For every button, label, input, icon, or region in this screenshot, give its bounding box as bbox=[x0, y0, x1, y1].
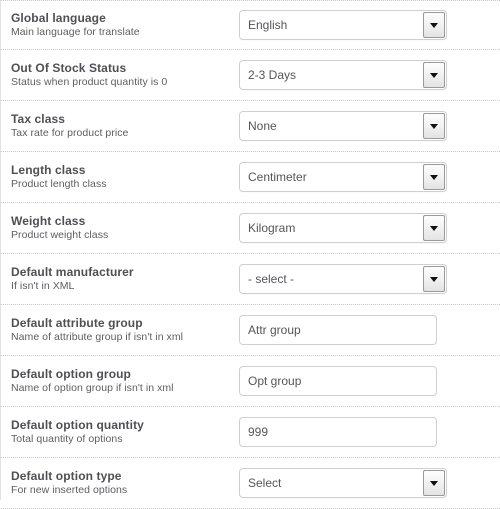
setting-description: Name of attribute group if isn't in xml bbox=[11, 331, 184, 344]
setting-row-default_attribute_group: Default attribute group Name of attribute… bbox=[1, 305, 500, 356]
select-global_language[interactable]: English bbox=[239, 10, 447, 40]
input-default_attribute_group[interactable]: Attr group bbox=[239, 315, 437, 345]
chevron-down-icon bbox=[430, 174, 438, 180]
select-value: Centimeter bbox=[248, 170, 307, 184]
select-weight_class[interactable]: Kilogram bbox=[239, 213, 447, 243]
input-value: Opt group bbox=[248, 374, 302, 388]
setting-row-default_option_quantity: Default option quantity Total quantity of… bbox=[1, 407, 500, 458]
input-default_option_group[interactable]: Opt group bbox=[239, 366, 437, 396]
setting-control-weight_class: Kilogram bbox=[239, 213, 492, 243]
setting-control-global_language: English bbox=[239, 10, 492, 40]
setting-title: Default option type bbox=[11, 468, 122, 483]
setting-description: Product length class bbox=[11, 178, 107, 191]
setting-description: Main language for translate bbox=[11, 26, 140, 39]
setting-title: Global language bbox=[11, 10, 106, 25]
setting-control-out_of_stock_status: 2-3 Days bbox=[239, 60, 492, 90]
chevron-down-icon bbox=[430, 276, 438, 282]
setting-control-default_option_group: Opt group bbox=[239, 366, 492, 396]
setting-title: Default option quantity bbox=[11, 417, 144, 432]
setting-row-length_class: Length class Product length class Centimet… bbox=[1, 152, 500, 203]
setting-description: Total quantity of options bbox=[11, 433, 123, 446]
select-default_option_type[interactable]: Select bbox=[239, 468, 447, 498]
dropdown-toggle-button[interactable] bbox=[423, 62, 445, 88]
setting-description: If isn't in XML bbox=[11, 280, 75, 293]
setting-label-length_class: Length class Product length class bbox=[11, 164, 239, 191]
dropdown-toggle-button[interactable] bbox=[423, 113, 445, 139]
setting-row-default_manufacturer: Default manufacturer If isn't in XML - sel… bbox=[1, 254, 500, 305]
chevron-down-icon bbox=[430, 22, 438, 28]
select-value: Select bbox=[248, 476, 282, 490]
select-length_class[interactable]: Centimeter bbox=[239, 162, 447, 192]
setting-label-default_manufacturer: Default manufacturer If isn't in XML bbox=[11, 266, 239, 293]
setting-label-default_attribute_group: Default attribute group Name of attribute… bbox=[11, 317, 239, 344]
setting-description: Name of option group if isn't in xml bbox=[11, 382, 174, 395]
chevron-down-icon bbox=[430, 72, 438, 78]
setting-label-default_option_quantity: Default option quantity Total quantity of… bbox=[11, 419, 239, 446]
setting-label-global_language: Global language Main language for transla… bbox=[11, 12, 239, 39]
dropdown-toggle-button[interactable] bbox=[423, 12, 445, 38]
select-value: English bbox=[248, 18, 288, 32]
setting-description: For new inserted options bbox=[11, 484, 128, 497]
select-value: 2-3 Days bbox=[248, 68, 297, 82]
select-out_of_stock_status[interactable]: 2-3 Days bbox=[239, 60, 447, 90]
setting-title: Default attribute group bbox=[11, 315, 143, 330]
setting-control-default_attribute_group: Attr group bbox=[239, 315, 492, 345]
select-value: Kilogram bbox=[248, 221, 296, 235]
setting-row-global_language: Global language Main language for transla… bbox=[1, 0, 500, 50]
setting-label-default_option_type: Default option type For new inserted opti… bbox=[11, 470, 239, 497]
dropdown-toggle-button[interactable] bbox=[423, 470, 445, 496]
dropdown-toggle-button[interactable] bbox=[423, 164, 445, 190]
setting-title: Weight class bbox=[11, 213, 86, 228]
dropdown-toggle-button[interactable] bbox=[423, 215, 445, 241]
setting-label-weight_class: Weight class Product weight class bbox=[11, 215, 239, 242]
select-default_manufacturer[interactable]: - select - bbox=[239, 264, 447, 294]
input-value: 999 bbox=[248, 425, 269, 439]
setting-row-tax_class: Tax class Tax rate for product price None bbox=[1, 101, 500, 152]
setting-row-default_option_group: Default option group Name of option group… bbox=[1, 356, 500, 407]
dropdown-toggle-button[interactable] bbox=[423, 266, 445, 292]
setting-control-default_option_type: Select bbox=[239, 468, 492, 498]
chevron-down-icon bbox=[430, 225, 438, 231]
setting-row-weight_class: Weight class Product weight class Kilogram bbox=[1, 203, 500, 254]
setting-title: Out Of Stock Status bbox=[11, 60, 127, 75]
setting-label-default_option_group: Default option group Name of option group… bbox=[11, 368, 239, 395]
input-value: Attr group bbox=[248, 323, 301, 337]
select-value: - select - bbox=[248, 272, 295, 286]
setting-title: Tax class bbox=[11, 111, 66, 126]
setting-control-default_option_quantity: 999 bbox=[239, 417, 492, 447]
select-tax_class[interactable]: None bbox=[239, 111, 447, 141]
input-default_option_quantity[interactable]: 999 bbox=[239, 417, 437, 447]
setting-description: Status when product quantity is 0 bbox=[11, 76, 168, 89]
setting-row-out_of_stock_status: Out Of Stock Status Status when product q… bbox=[1, 50, 500, 101]
setting-label-tax_class: Tax class Tax rate for product price bbox=[11, 113, 239, 140]
setting-title: Default option group bbox=[11, 366, 131, 381]
setting-description: Tax rate for product price bbox=[11, 127, 129, 140]
setting-title: Length class bbox=[11, 162, 86, 177]
setting-label-out_of_stock_status: Out Of Stock Status Status when product q… bbox=[11, 62, 239, 89]
chevron-down-icon bbox=[430, 123, 438, 129]
setting-control-tax_class: None bbox=[239, 111, 492, 141]
chevron-down-icon bbox=[430, 480, 438, 486]
settings-panel: Global language Main language for transla… bbox=[0, 0, 500, 509]
setting-row-default_option_type: Default option type For new inserted opti… bbox=[1, 458, 500, 509]
setting-description: Product weight class bbox=[11, 229, 109, 242]
setting-control-length_class: Centimeter bbox=[239, 162, 492, 192]
setting-title: Default manufacturer bbox=[11, 264, 134, 279]
setting-control-default_manufacturer: - select - bbox=[239, 264, 492, 294]
select-value: None bbox=[248, 119, 277, 133]
